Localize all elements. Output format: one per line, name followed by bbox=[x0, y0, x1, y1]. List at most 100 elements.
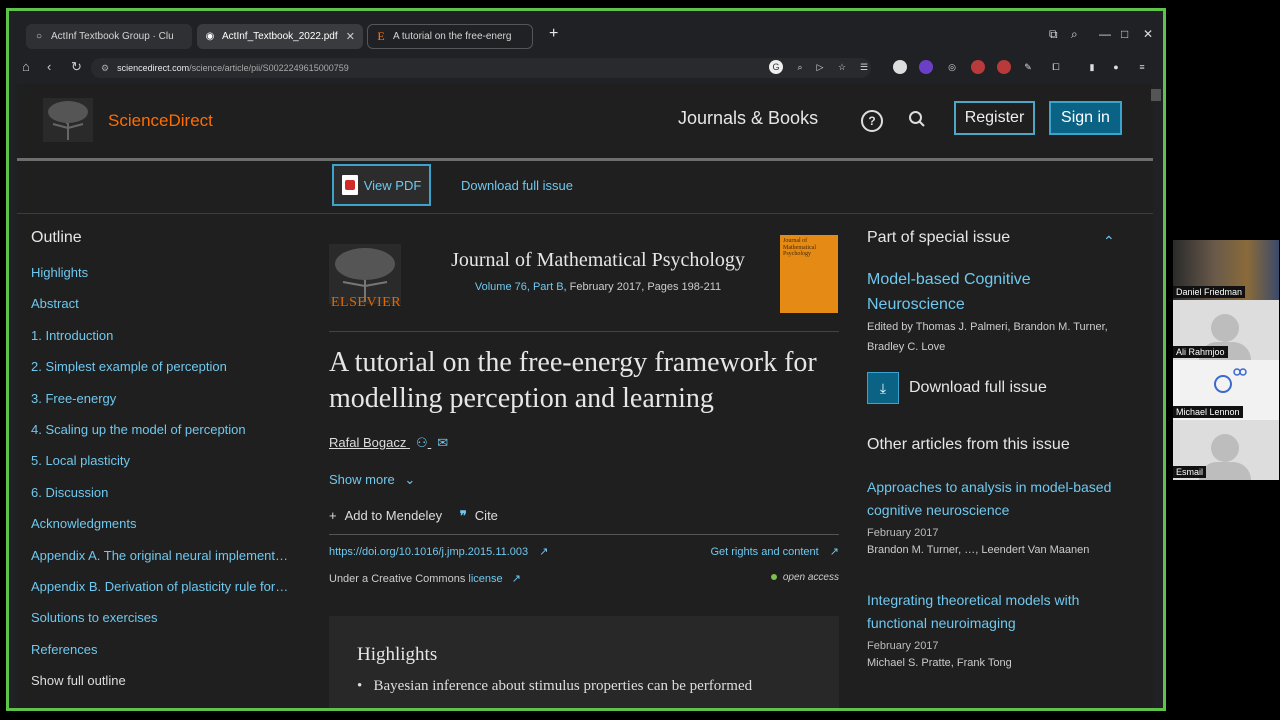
avatar-icon bbox=[1211, 434, 1239, 462]
window-close-icon[interactable]: ✕ bbox=[1143, 27, 1153, 41]
help-icon[interactable]: ? bbox=[861, 110, 883, 132]
quote-icon: ❞ bbox=[459, 508, 467, 523]
view-pdf-button[interactable]: View PDF bbox=[332, 164, 431, 206]
reload-icon[interactable]: ↻ bbox=[71, 59, 82, 75]
cast-icon[interactable]: ⧉ bbox=[1049, 27, 1058, 42]
license-link[interactable]: license bbox=[468, 573, 502, 585]
extension-glasses-icon[interactable]: ◎ bbox=[945, 60, 959, 74]
email-icon: ✉ bbox=[437, 435, 449, 450]
author-link[interactable]: Rafal Bogacz ⚇ ✉ bbox=[329, 435, 448, 451]
outline-item[interactable]: 3. Free-energy bbox=[31, 391, 301, 422]
download-full-issue-button[interactable]: ⤓ Download full issue bbox=[867, 372, 1047, 404]
divider bbox=[329, 331, 839, 332]
special-issue-title: Part of special issue bbox=[867, 229, 1011, 246]
outline-title: Outline bbox=[31, 229, 82, 246]
extension-avatar-icon[interactable] bbox=[893, 60, 907, 74]
bookmark-star-icon[interactable]: ☆ bbox=[835, 60, 849, 74]
other-articles-title: Other articles from this issue bbox=[867, 436, 1070, 453]
elsevier-tree-logo-icon[interactable] bbox=[43, 98, 93, 142]
outline-nav: Outline Highlights Abstract 1. Introduct… bbox=[31, 229, 301, 687]
video-participants: Daniel Friedman Ali Rahmjoo Michael Lenn… bbox=[1173, 240, 1279, 480]
outline-item[interactable]: Acknowledgments bbox=[31, 516, 301, 547]
outline-item[interactable]: Abstract bbox=[31, 296, 301, 327]
tab-label: ActInf Textbook Group · Clu bbox=[51, 31, 174, 42]
reading-list-icon[interactable]: ☰ bbox=[857, 60, 871, 74]
related-article-link[interactable]: Approaches to analysis in model-based co… bbox=[867, 476, 1137, 522]
site-info-icon[interactable]: ⚙ bbox=[101, 63, 109, 74]
outline-item[interactable]: 1. Introduction bbox=[31, 328, 301, 359]
plus-icon: + bbox=[329, 508, 337, 523]
home-icon[interactable]: ⌂ bbox=[22, 59, 30, 74]
open-access-label: open access bbox=[782, 572, 839, 583]
extension-pen-icon[interactable]: ✎ bbox=[1021, 60, 1035, 74]
search-icon[interactable] bbox=[908, 110, 926, 128]
journal-title-link[interactable]: Journal of Mathematical Psychology bbox=[433, 249, 763, 272]
browser-tab-actinf-group[interactable]: ○ ActInf Textbook Group · Clu bbox=[26, 24, 192, 49]
chevron-down-icon: ⌄ bbox=[404, 472, 416, 487]
outline-item[interactable]: 2. Simplest example of perception bbox=[31, 359, 301, 390]
outline-item[interactable]: 4. Scaling up the model of perception bbox=[31, 422, 301, 453]
sciencedirect-logo[interactable]: ScienceDirect bbox=[108, 111, 213, 131]
download-full-issue-link[interactable]: Download full issue bbox=[461, 178, 573, 193]
participant-logo-icon bbox=[1214, 368, 1247, 393]
download-full-issue-label: Download full issue bbox=[909, 379, 1047, 396]
new-tab-button[interactable]: + bbox=[549, 25, 558, 43]
related-article-authors: Michael S. Pratte, Frank Tong bbox=[867, 657, 1012, 669]
outline-item[interactable]: 6. Discussion bbox=[31, 485, 301, 516]
cite-button[interactable]: ❞ Cite bbox=[460, 508, 498, 523]
url-host: sciencedirect.com bbox=[117, 63, 190, 73]
show-full-outline-link[interactable]: Show full outline bbox=[31, 673, 301, 687]
sign-in-button[interactable]: Sign in bbox=[1049, 101, 1122, 135]
highlights-title: Highlights bbox=[357, 644, 438, 665]
article-actions: + Add to Mendeley ❞ Cite bbox=[329, 508, 498, 524]
register-button[interactable]: Register bbox=[954, 101, 1035, 135]
participant-tile[interactable]: Daniel Friedman bbox=[1173, 240, 1279, 300]
side-panel-icon[interactable]: ▮ bbox=[1085, 60, 1099, 74]
related-article-link[interactable]: Integrating theoretical models with func… bbox=[867, 589, 1137, 635]
rights-link[interactable]: Get rights and content ↗ bbox=[710, 545, 839, 558]
send-icon[interactable]: ▷ bbox=[813, 60, 827, 74]
tab-search-icon[interactable]: ⌕ bbox=[1071, 27, 1078, 42]
screen-share-frame: ○ ActInf Textbook Group · Clu ◉ ActInf_T… bbox=[6, 8, 1166, 711]
outline-item[interactable]: Appendix B. Derivation of plasticity rul… bbox=[31, 579, 301, 610]
profile-icon[interactable]: ● bbox=[1109, 60, 1123, 74]
outline-item[interactable]: Appendix A. The original neural implemen… bbox=[31, 548, 301, 579]
back-icon[interactable]: ‹ bbox=[47, 59, 51, 74]
show-more-button[interactable]: Show more ⌄ bbox=[329, 472, 415, 488]
outline-item[interactable]: References bbox=[31, 642, 301, 673]
close-icon[interactable]: ✕ bbox=[346, 30, 355, 43]
chevron-up-icon[interactable]: ⌃ bbox=[1103, 233, 1115, 250]
extension-purple-icon[interactable] bbox=[919, 60, 933, 74]
participant-tile[interactable]: Michael Lennon bbox=[1173, 360, 1279, 420]
show-full-outline-label: Show full outline bbox=[31, 673, 126, 688]
url-input[interactable]: ⚙ sciencedirect.com /science/article/pii… bbox=[91, 58, 871, 78]
volume-link[interactable]: Volume 76, Part B bbox=[475, 281, 564, 293]
scrollbar-thumb[interactable] bbox=[1151, 89, 1161, 101]
extension-red2-icon[interactable] bbox=[997, 60, 1011, 74]
minimize-icon[interactable]: — bbox=[1099, 27, 1111, 41]
tab-label: A tutorial on the free-energ bbox=[393, 31, 512, 42]
outline-item[interactable]: Highlights bbox=[31, 265, 301, 296]
browser-tab-tutorial[interactable]: E A tutorial on the free-energ bbox=[367, 24, 533, 49]
zoom-icon[interactable]: ⌕ bbox=[793, 60, 807, 74]
google-icon[interactable]: G bbox=[769, 60, 783, 74]
outline-item[interactable]: 5. Local plasticity bbox=[31, 453, 301, 484]
browser-tab-textbook-pdf[interactable]: ◉ ActInf_Textbook_2022.pdf ✕ bbox=[197, 24, 363, 49]
extension-red-icon[interactable] bbox=[971, 60, 985, 74]
menu-icon[interactable]: ≡ bbox=[1135, 60, 1149, 74]
participant-tile[interactable]: Esmail bbox=[1173, 420, 1279, 480]
outline-item[interactable]: Solutions to exercises bbox=[31, 610, 301, 641]
participant-tile[interactable]: Ali Rahmjoo bbox=[1173, 300, 1279, 360]
special-issue-link[interactable]: Model-based Cognitive Neuroscience bbox=[867, 267, 1107, 317]
edited-by: Edited by Thomas J. Palmeri, Brandon M. … bbox=[867, 321, 1108, 353]
extensions-puzzle-icon[interactable]: ⧠ bbox=[1049, 60, 1063, 74]
related-article-date: February 2017 bbox=[867, 640, 939, 652]
maximize-icon[interactable]: □ bbox=[1121, 27, 1128, 41]
cover-title: Journal of Mathematical Psychology bbox=[783, 238, 816, 258]
journals-books-link[interactable]: Journals & Books bbox=[678, 108, 818, 129]
show-more-label: Show more bbox=[329, 472, 395, 487]
journal-cover[interactable]: Journal of Mathematical Psychology bbox=[780, 235, 838, 313]
add-mendeley-button[interactable]: + Add to Mendeley bbox=[329, 508, 442, 523]
doi-link[interactable]: https://doi.org/10.1016/j.jmp.2015.11.00… bbox=[329, 545, 548, 558]
external-link-icon: ↗ bbox=[539, 546, 549, 558]
